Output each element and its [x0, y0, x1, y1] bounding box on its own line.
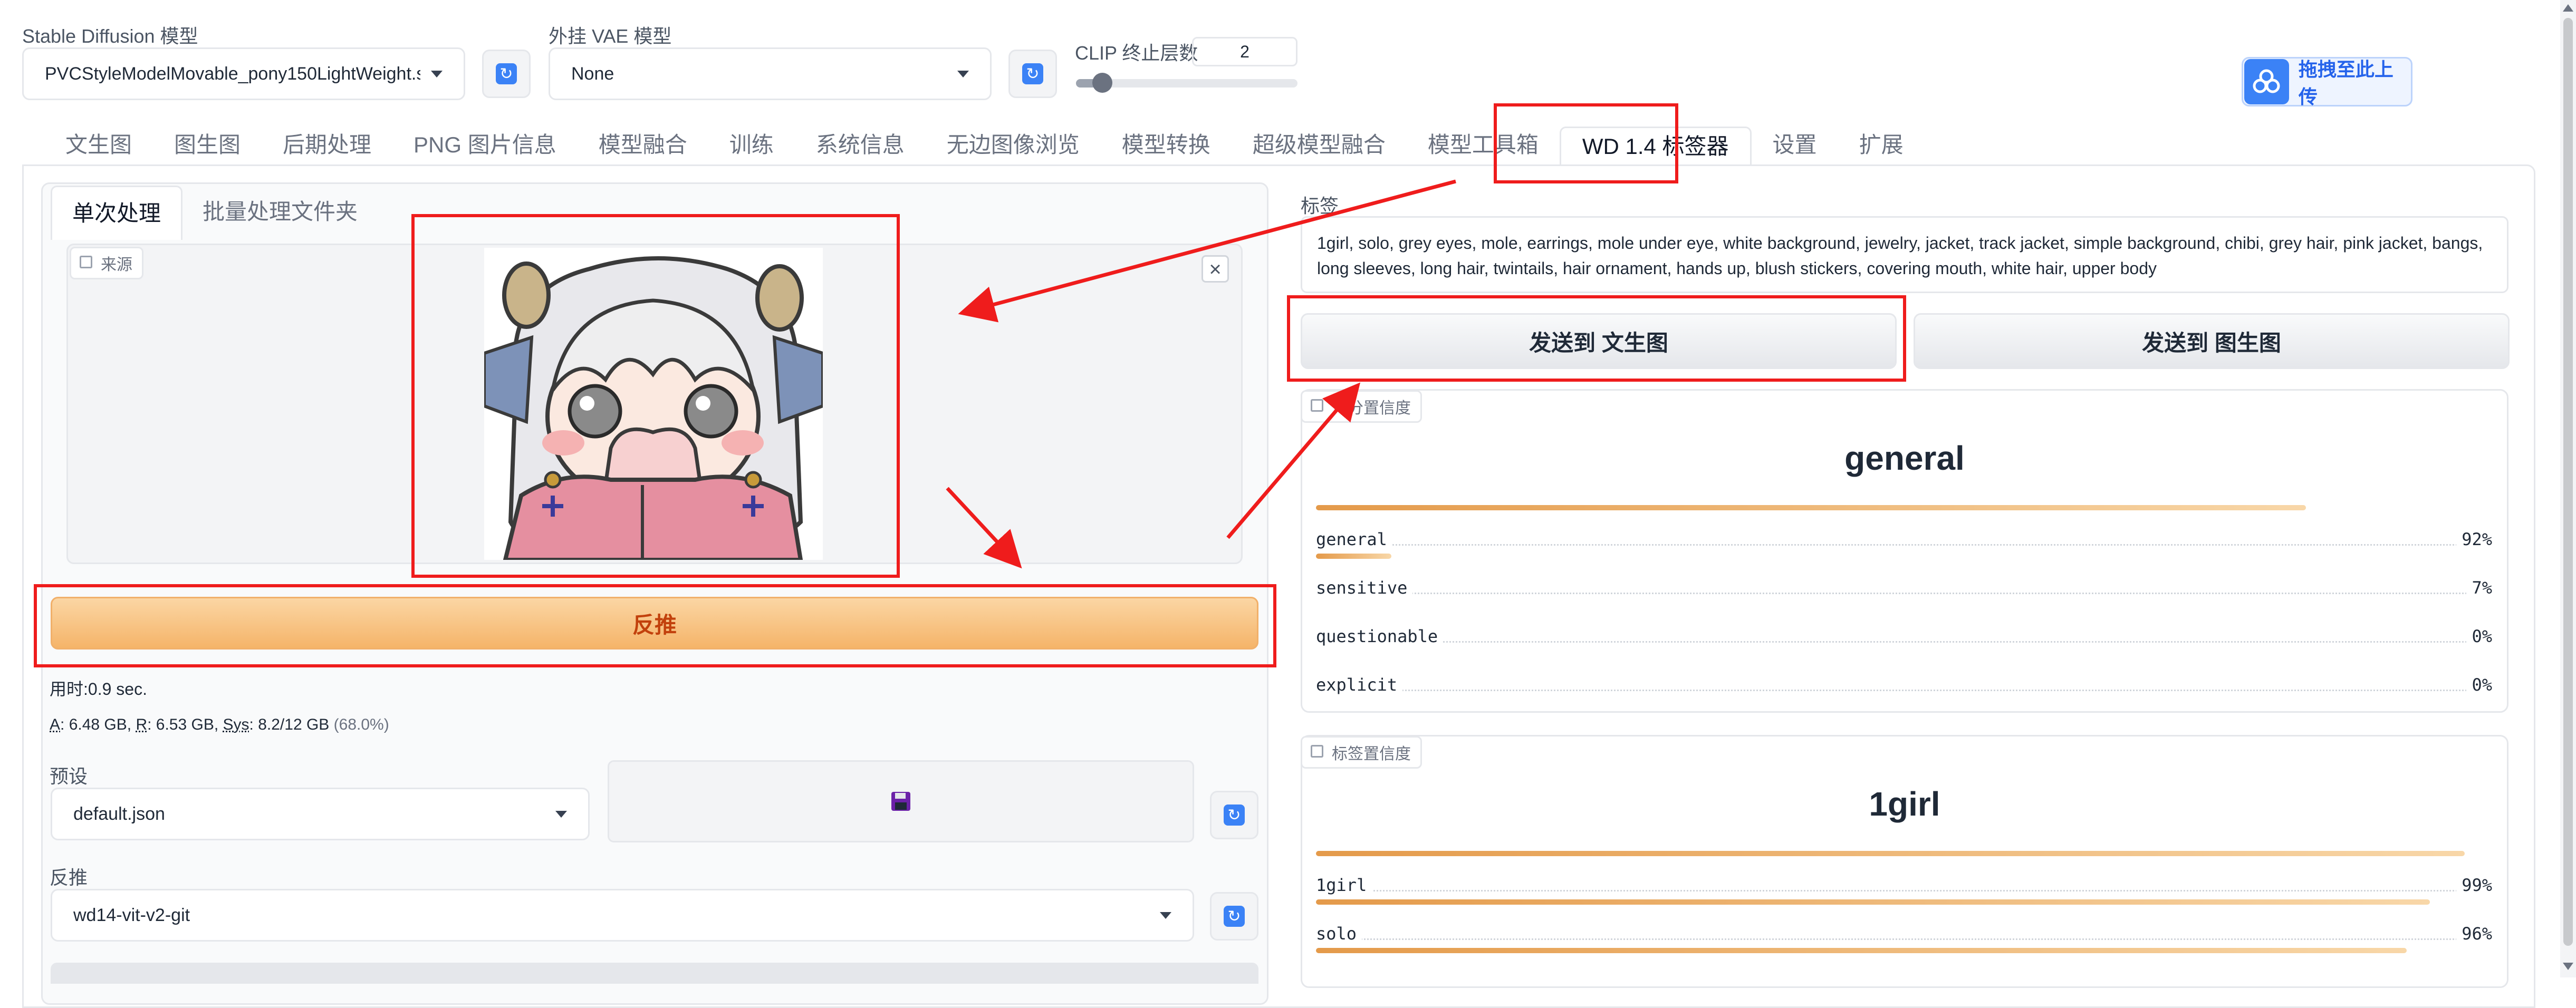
annotation-arrows	[946, 179, 1456, 569]
scrollbar-thumb[interactable]	[2563, 18, 2573, 946]
scroll-down-icon[interactable]	[2563, 963, 2573, 970]
scrollbar[interactable]	[2560, 0, 2576, 977]
scroll-up-icon[interactable]	[2563, 4, 2573, 12]
arrow-tab-to-image	[958, 179, 1456, 323]
arrow-image-to-button	[946, 487, 1022, 569]
arrow-button-to-send	[1226, 382, 1361, 539]
